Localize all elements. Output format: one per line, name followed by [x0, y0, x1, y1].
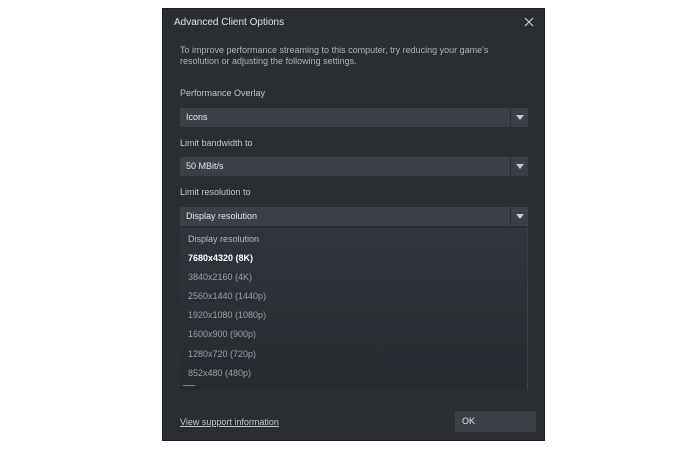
resolution-dropdown-button[interactable]: [510, 207, 528, 226]
dialog-titlebar: Advanced Client Options: [163, 9, 544, 37]
chevron-down-icon: [516, 214, 524, 219]
close-icon: [524, 17, 534, 27]
bandwidth-label: Limit bandwidth to: [180, 138, 253, 148]
close-button[interactable]: [521, 14, 537, 30]
dialog-description: To improve performance streaming to this…: [180, 45, 489, 66]
chevron-down-icon: [516, 164, 524, 169]
dialog-title: Advanced Client Options: [174, 17, 285, 28]
resolution-label: Limit resolution to: [180, 187, 251, 197]
advanced-client-options-dialog: Advanced Client Options To improve perfo…: [162, 8, 545, 441]
resolution-dropdown-list[interactable]: Display resolution 7680x4320 (8K) 3840x2…: [180, 228, 528, 390]
ok-button-label: OK: [462, 416, 476, 426]
resolution-option-1440p[interactable]: 2560x1440 (1440p): [188, 291, 266, 301]
bandwidth-value: 50 MBit/s: [186, 161, 224, 171]
resolution-option-4k[interactable]: 3840x2160 (4K): [188, 272, 252, 282]
performance-overlay-select[interactable]: Icons: [180, 108, 528, 127]
resolution-option-8k[interactable]: 7680x4320 (8K): [188, 253, 253, 263]
resolution-option-display[interactable]: Display resolution: [188, 234, 259, 244]
resolution-option-720p[interactable]: 1280x720 (720p): [188, 349, 256, 359]
resolution-option-1080p[interactable]: 1920x1080 (1080p): [188, 310, 266, 320]
chevron-down-icon: [516, 115, 524, 120]
bandwidth-select[interactable]: 50 MBit/s: [180, 157, 528, 176]
resolution-select[interactable]: Display resolution: [180, 207, 528, 226]
view-support-information-link[interactable]: View support information: [180, 417, 279, 427]
performance-overlay-dropdown-button[interactable]: [510, 108, 528, 127]
performance-overlay-value: Icons: [186, 112, 208, 122]
resolution-option-900p[interactable]: 1600x900 (900p): [188, 329, 256, 339]
resolution-option-480p[interactable]: 852x480 (480p): [188, 368, 251, 378]
dropdown-scroll-indicator[interactable]: [183, 385, 195, 388]
performance-overlay-label: Performance Overlay: [180, 88, 266, 98]
ok-button[interactable]: OK: [455, 411, 536, 432]
bandwidth-dropdown-button[interactable]: [510, 157, 528, 176]
resolution-value: Display resolution: [186, 211, 258, 221]
